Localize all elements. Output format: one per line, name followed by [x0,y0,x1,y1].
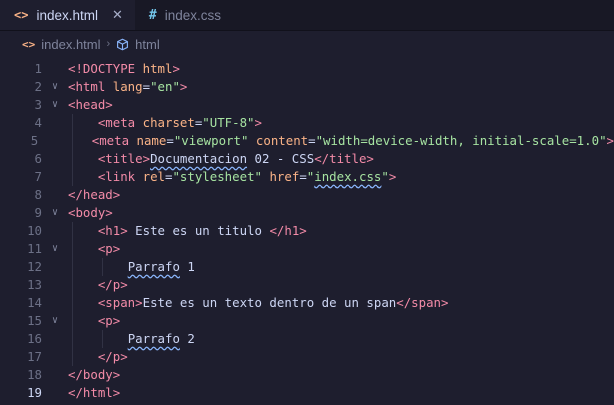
line-number: 19 [27,385,42,400]
code-line[interactable]: 12 Parrafo 1 [0,258,614,276]
code-text: <title>Documentacion 02 - CSS</title> [97,151,374,166]
fold-gutter [42,366,68,384]
tab-index-html[interactable]: <> index.html ✕ [0,0,135,30]
line-number: 14 [27,295,42,310]
code-text: <span>Este es un texto dentro de un span… [97,295,449,310]
line-number: 11 [27,241,42,256]
line-number: 4 [34,115,42,130]
line-number: 1 [34,61,42,76]
fold-gutter [42,168,68,186]
code-line[interactable]: 18 </body> [0,366,614,384]
code-text: <p> [97,313,121,328]
code-line[interactable]: 1 <!DOCTYPE html> [0,60,614,78]
code-line[interactable]: 3 ∨ <head> [0,96,614,114]
code-text: Parrafo 2 [127,331,195,346]
breadcrumb: <> index.html › html [0,31,614,57]
code-line[interactable]: 4 <meta charset="UTF-8"> [0,114,614,132]
code-text: </p> [97,349,128,364]
code-line[interactable]: 2 ∨ <html lang="en"> [0,78,614,96]
indent-guide [72,114,73,186]
code-line[interactable]: 6 <title>Documentacion 02 - CSS</title> [0,150,614,168]
fold-gutter [42,258,68,276]
code-line[interactable]: 5 <meta name="viewport" content="width=d… [0,132,614,150]
symbol-cube-icon [117,38,129,50]
indent-guide [102,330,103,348]
fold-gutter [42,348,68,366]
tab-label: index.html [36,7,98,23]
code-line[interactable]: 14 <span>Este es un texto dentro de un s… [0,294,614,312]
line-number: 10 [27,223,42,238]
code-text: <h1> Este es un titulo </h1> [97,223,307,238]
code-text: </body> [68,367,121,382]
code-line[interactable]: 15 ∨ <p> [0,312,614,330]
code-line[interactable]: 13 </p> [0,276,614,294]
code-text: Parrafo 1 [127,259,195,274]
fold-chevron-icon[interactable]: ∨ [42,204,68,222]
code-line[interactable]: 11 ∨ <p> [0,240,614,258]
fold-chevron-icon[interactable]: ∨ [42,96,68,114]
tab-index-css[interactable]: # index.css [135,0,233,30]
code-text: </html> [68,385,121,400]
fold-gutter [42,276,68,294]
code-text: <html lang="en"> [68,79,188,94]
code-line[interactable]: 19 </html> [0,384,614,402]
line-number: 18 [27,367,42,382]
close-icon[interactable]: ✕ [112,7,123,23]
line-number: 16 [27,331,42,346]
code-text: <head> [68,97,113,112]
code-line[interactable]: 7 <link rel="stylesheet" href="index.css… [0,168,614,186]
code-line[interactable]: 10 <h1> Este es un titulo </h1> [0,222,614,240]
line-number: 2 [34,79,42,94]
code-text: </head> [68,187,121,202]
fold-chevron-icon[interactable]: ∨ [42,240,68,258]
code-text: <meta charset="UTF-8"> [97,115,262,130]
fold-chevron-icon[interactable]: ∨ [42,78,68,96]
code-line[interactable]: 17 </p> [0,348,614,366]
line-number: 5 [30,133,39,148]
css-file-icon: # [148,7,157,23]
fold-gutter [42,222,68,240]
fold-gutter [38,132,62,150]
line-number: 13 [27,277,42,292]
chevron-right-icon: › [106,38,111,50]
line-number: 15 [27,313,42,328]
breadcrumb-file[interactable]: index.html [41,37,100,52]
html-file-icon: <> [14,8,29,22]
code-editor[interactable]: 1 <!DOCTYPE html> 2 ∨ <html lang="en"> 3 ∨ <hea… [0,57,614,402]
code-text: <!DOCTYPE html> [68,61,180,76]
fold-gutter [42,114,68,132]
indent-guide [102,258,103,276]
line-number: 12 [27,259,42,274]
code-line[interactable]: 16 Parrafo 2 [0,330,614,348]
fold-gutter [42,186,68,204]
code-text: <meta name="viewport" content="width=dev… [91,133,614,148]
line-number: 7 [34,169,42,184]
fold-gutter [42,60,68,78]
tab-bar: <> index.html ✕ # index.css [0,0,614,31]
line-number: 8 [34,187,42,202]
fold-gutter [42,294,68,312]
fold-chevron-icon[interactable]: ∨ [42,312,68,330]
code-line[interactable]: 9 ∨ <body> [0,204,614,222]
tab-label: index.css [164,7,221,23]
line-number: 6 [34,151,42,166]
line-number: 9 [34,205,42,220]
fold-gutter [42,384,68,402]
line-number: 17 [27,349,42,364]
code-text: <link rel="stylesheet" href="index.css"> [97,169,397,184]
fold-gutter [42,330,68,348]
code-line[interactable]: 8 </head> [0,186,614,204]
code-text: </p> [97,277,128,292]
breadcrumb-symbol[interactable]: html [135,37,160,52]
html-file-icon: <> [22,37,36,51]
line-number: 3 [34,97,42,112]
indent-guide [72,222,73,366]
code-text: <body> [68,205,113,220]
fold-gutter [42,150,68,168]
code-text: <p> [97,241,121,256]
